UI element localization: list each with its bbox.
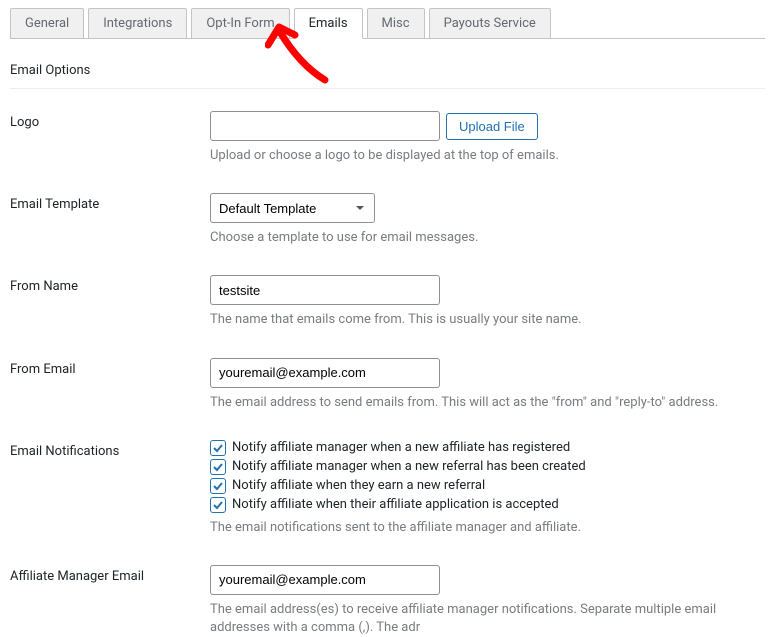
email-template-select[interactable]: Default Template [210,193,375,223]
from-name-input[interactable] [210,275,440,305]
email-notifications-help: The email notifications sent to the affi… [210,519,765,537]
tab-misc[interactable]: Misc [367,8,425,38]
notify-label-2: Notify affiliate when they earn a new re… [232,478,485,493]
upload-file-button[interactable]: Upload File [446,113,538,140]
tab-general[interactable]: General [10,8,84,38]
tab-integrations[interactable]: Integrations [88,8,187,38]
from-name-label: From Name [10,275,210,294]
notify-label-0: Notify affiliate manager when a new affi… [232,440,570,455]
from-email-help: The email address to send emails from. T… [210,394,765,412]
affiliate-manager-email-label: Affiliate Manager Email [10,565,210,584]
tabs-bar: General Integrations Opt-In Form Emails … [10,8,765,39]
notify-checkbox-2[interactable] [210,478,226,494]
notify-checkbox-1[interactable] [210,459,226,475]
notify-label-1: Notify affiliate manager when a new refe… [232,459,586,474]
tab-emails[interactable]: Emails [294,8,363,39]
tab-opt-in-form[interactable]: Opt-In Form [191,8,289,38]
from-name-help: The name that emails come from. This is … [210,311,765,329]
tab-payouts-service[interactable]: Payouts Service [429,8,551,38]
logo-help: Upload or choose a logo to be displayed … [210,147,765,165]
from-email-input[interactable] [210,358,440,388]
affiliate-manager-email-input[interactable] [210,565,440,595]
affiliate-manager-email-help: The email address(es) to receive affilia… [210,601,765,637]
from-email-label: From Email [10,358,210,377]
section-title: Email Options [10,63,765,89]
logo-label: Logo [10,111,210,130]
email-template-help: Choose a template to use for email messa… [210,229,765,247]
notify-checkbox-3[interactable] [210,497,226,513]
notify-checkbox-0[interactable] [210,440,226,456]
email-notifications-label: Email Notifications [10,440,210,459]
notify-label-3: Notify affiliate when their affiliate ap… [232,497,559,512]
email-template-label: Email Template [10,193,210,212]
logo-input[interactable] [210,111,440,141]
